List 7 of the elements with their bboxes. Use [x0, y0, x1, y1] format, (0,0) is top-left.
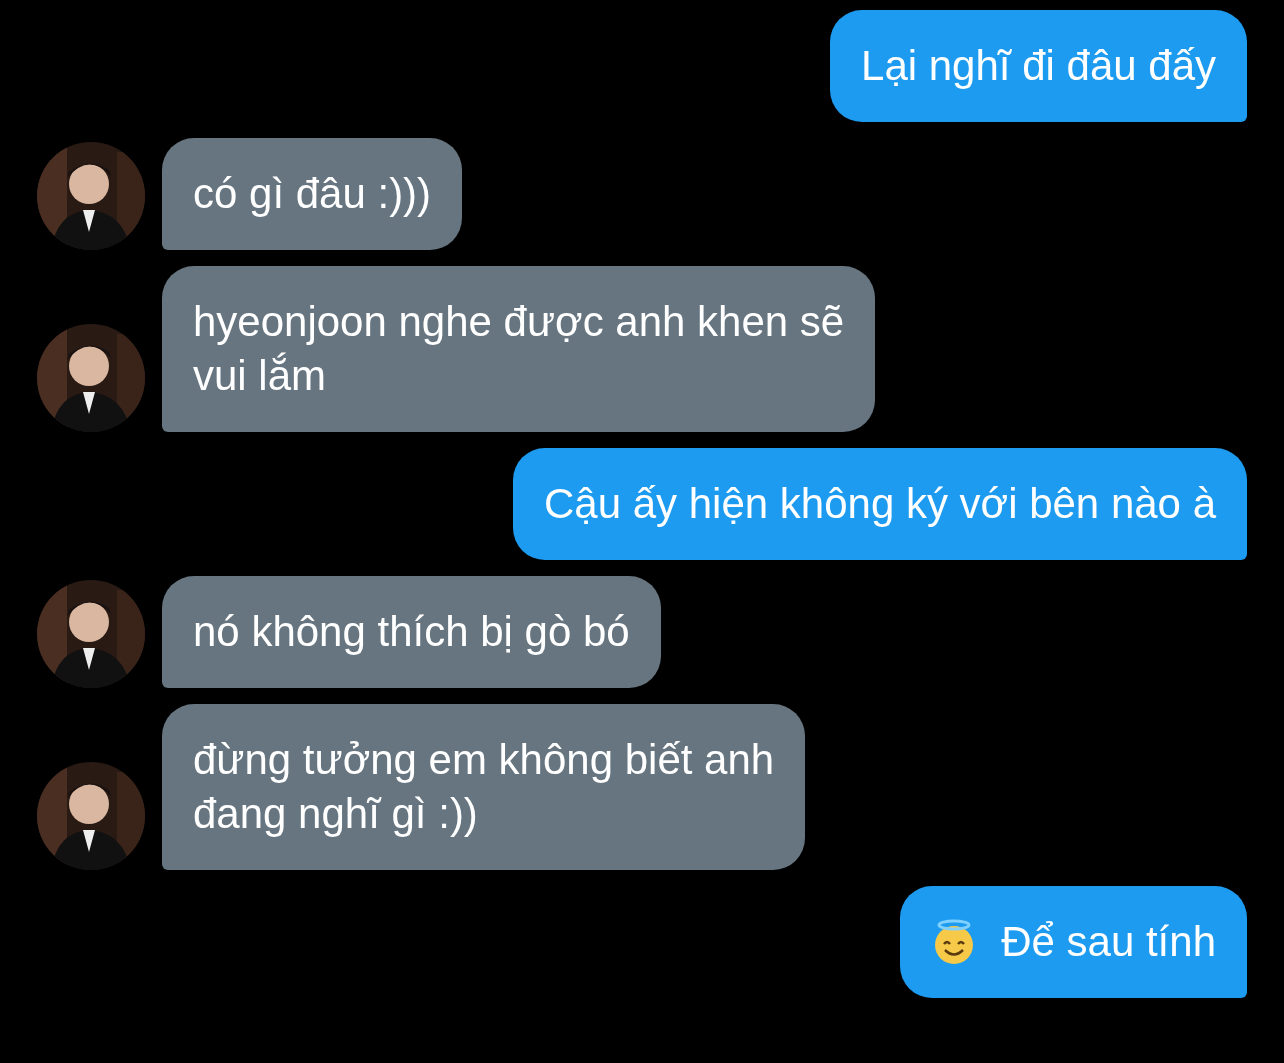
sent-message-bubble: Cậu ấy hiện không ký với bên nào à: [513, 448, 1247, 560]
sent-message-bubble: Lại nghĩ đi đâu đấy: [830, 10, 1247, 122]
message-text: Để sau tính: [1001, 917, 1216, 967]
received-message-bubble: nó không thích bị gò bó: [162, 576, 661, 688]
received-message-bubble: có gì đâu :))): [162, 138, 463, 250]
received-message-bubble: đừng tưởng em không biết anh đang nghĩ gì :)): [162, 704, 806, 870]
received-message-bubble: hyeonjoon nghe được anh khen sẽ vui lắm: [162, 266, 876, 432]
